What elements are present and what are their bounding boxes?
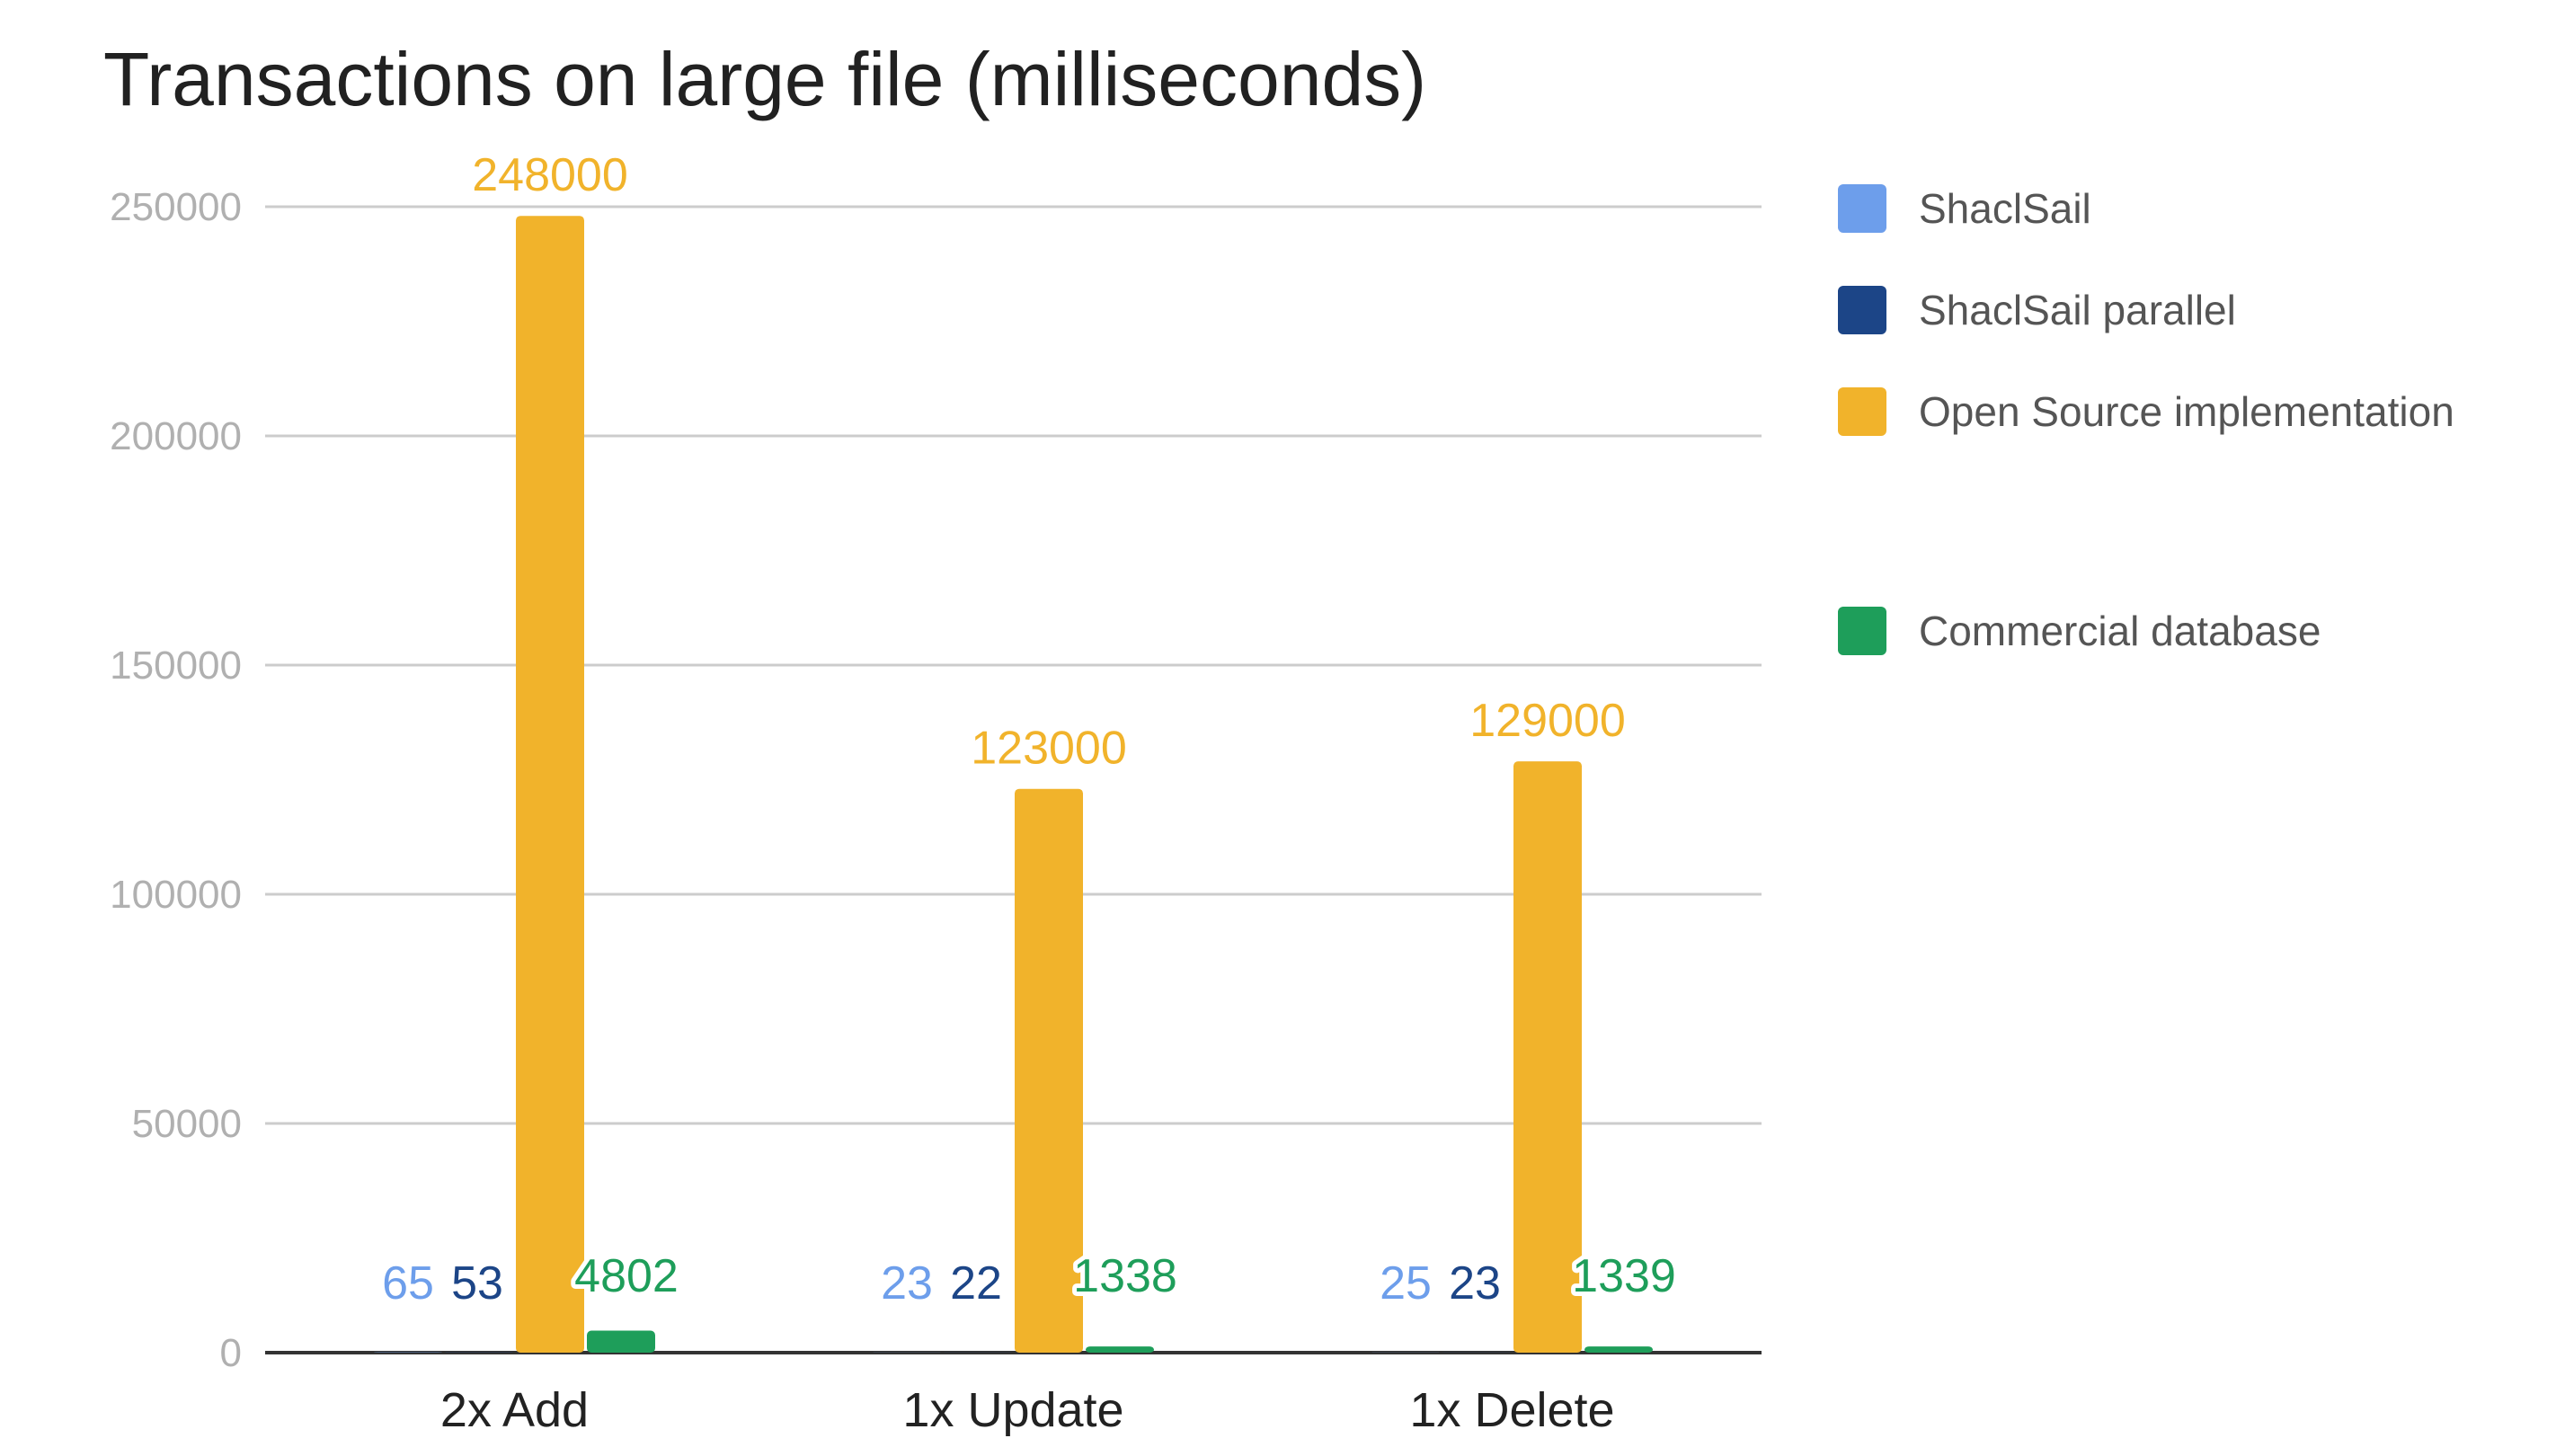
data-label: 22: [950, 1257, 1002, 1310]
y-tick-label: 200000: [110, 414, 242, 458]
legend-swatch: [1838, 286, 1886, 334]
y-tick-label: 100000: [110, 873, 242, 917]
legend: ShaclSail ShaclSail parallel Open Source i…: [1838, 184, 2454, 655]
legend-label: ShaclSail: [1919, 185, 2091, 232]
legend-label: Commercial database: [1919, 608, 2321, 654]
data-label: 248000: [472, 149, 628, 201]
data-label: 4802: [574, 1250, 679, 1302]
data-label: 129000: [1469, 695, 1626, 747]
data-label: 1339: [1572, 1250, 1676, 1302]
y-tick-label: 0: [220, 1331, 242, 1375]
bar-open-source-implementation: [516, 216, 584, 1354]
bar-chart: Transactions on large file (milliseconds…: [103, 37, 2454, 1437]
bar-commercial-database: [1584, 1346, 1653, 1353]
data-label: 123000: [971, 723, 1127, 775]
x-axis-categories: 2x Add 1x Update 1x Delete: [440, 1383, 1615, 1437]
y-tick-label: 150000: [110, 644, 242, 688]
data-label: 23: [1449, 1257, 1501, 1310]
legend-swatch: [1838, 387, 1886, 436]
data-label: 25: [1380, 1257, 1432, 1310]
y-tick-label: 250000: [110, 185, 242, 229]
y-axis-ticks: 0 50000 100000 150000 200000 250000: [110, 185, 242, 1375]
legend-label: ShaclSail parallel: [1919, 287, 2236, 333]
data-label: 1338: [1073, 1250, 1177, 1302]
legend-swatch: [1838, 184, 1886, 233]
data-label: 23: [881, 1257, 933, 1310]
bars: [374, 216, 1653, 1354]
legend-label: Open Source implementation: [1919, 388, 2454, 435]
data-label: 65: [382, 1257, 434, 1310]
chart-title: Transactions on large file (milliseconds…: [103, 37, 1426, 121]
y-tick-label: 50000: [132, 1102, 242, 1146]
bar-commercial-database: [587, 1330, 655, 1353]
x-category-label: 1x Update: [902, 1383, 1123, 1437]
data-label: 53: [451, 1257, 503, 1310]
legend-swatch: [1838, 607, 1886, 655]
x-category-label: 1x Delete: [1409, 1383, 1614, 1437]
bar-commercial-database: [1086, 1346, 1154, 1353]
x-category-label: 2x Add: [440, 1383, 589, 1437]
